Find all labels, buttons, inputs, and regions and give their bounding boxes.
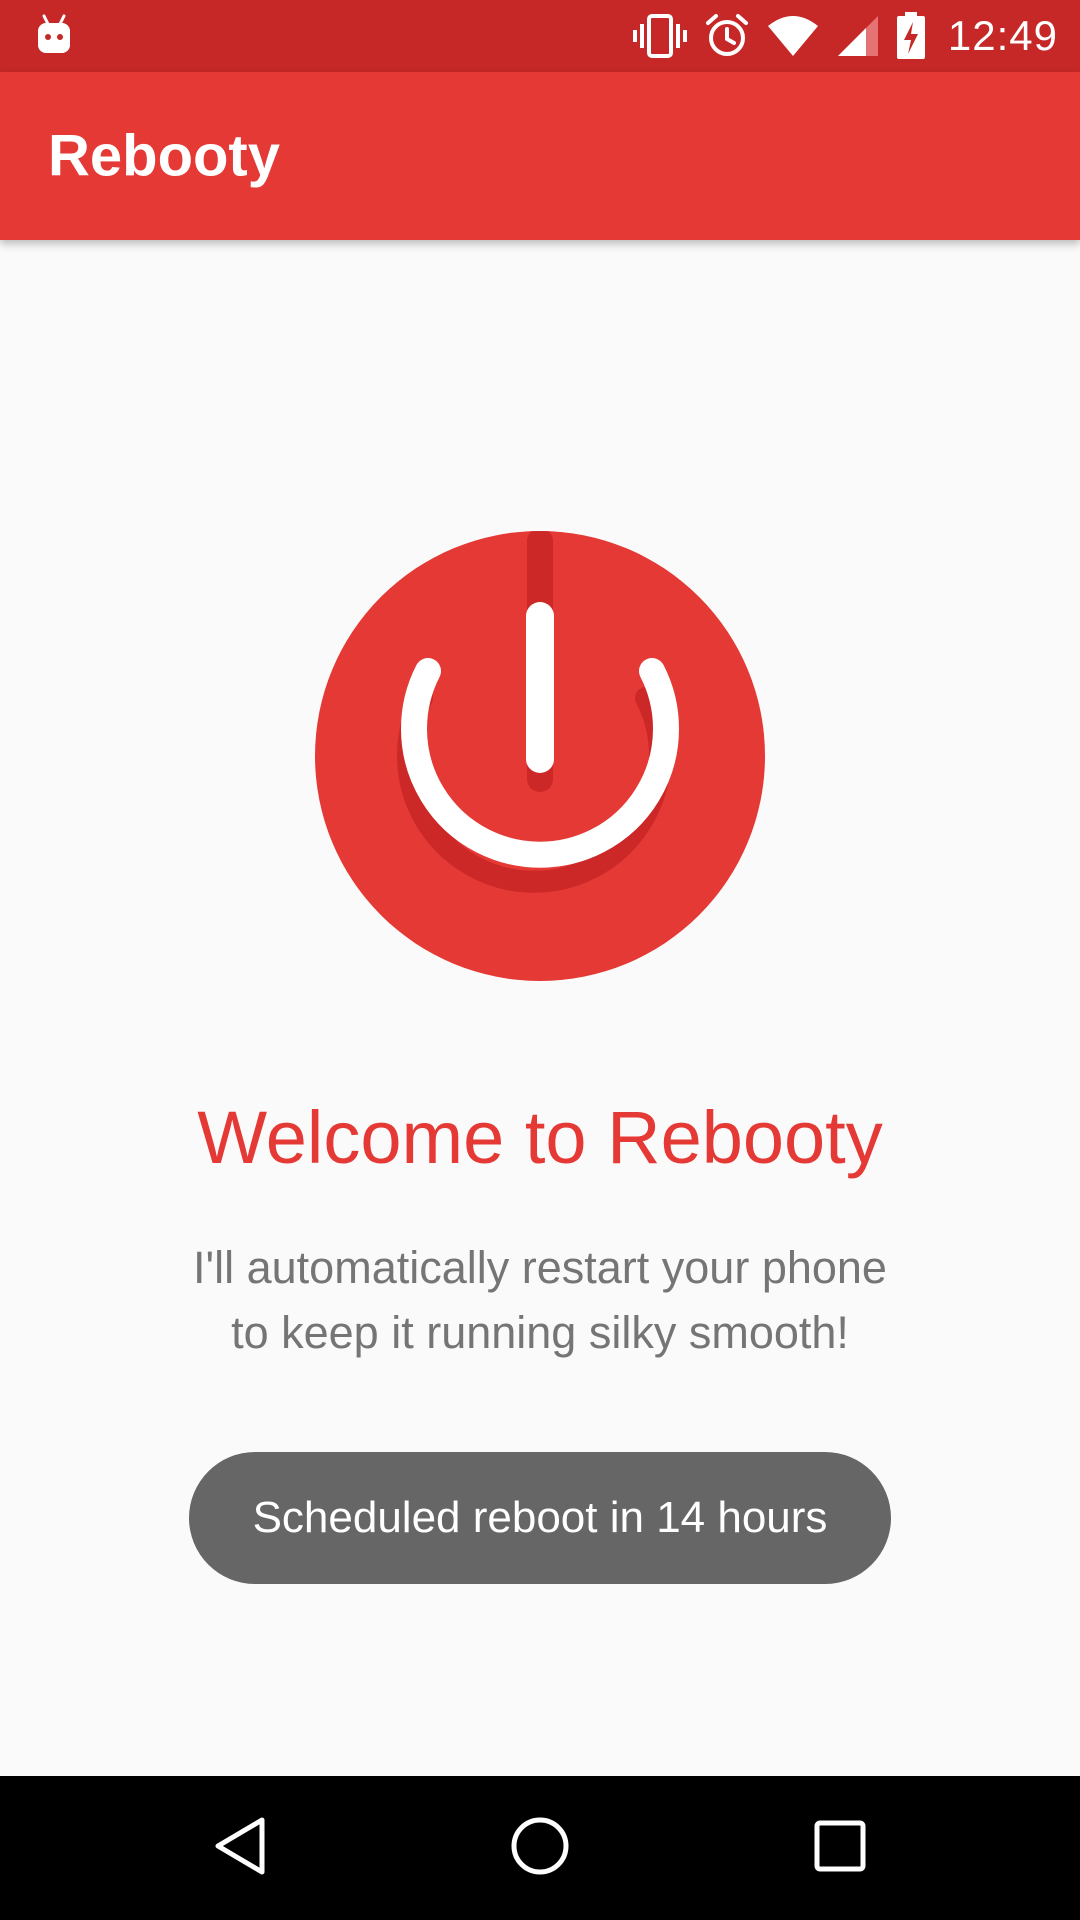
home-button[interactable] [460, 1776, 620, 1920]
status-time: 12:49 [947, 12, 1058, 59]
back-button[interactable] [160, 1776, 320, 1920]
scheduled-reboot-toast: Scheduled reboot in 14 hours [189, 1452, 891, 1584]
vibrate-icon [632, 14, 688, 58]
wifi-icon [766, 14, 820, 58]
battery-charging-icon [896, 12, 926, 60]
recents-button[interactable] [760, 1776, 920, 1920]
home-icon [509, 1815, 571, 1882]
power-icon [315, 528, 765, 981]
alarm-icon [704, 13, 750, 59]
app-title: Rebooty [48, 123, 280, 189]
welcome-title: Welcome to Rebooty [197, 1096, 883, 1179]
welcome-line-1: I'll automatically restart your phone [193, 1242, 887, 1293]
app-bar: Rebooty [0, 72, 1080, 240]
app-screen: 12:49 Rebooty Welcome to Rebooty I'll au… [0, 0, 1080, 1920]
welcome-line-2: to keep it running silky smooth! [231, 1307, 849, 1358]
cell-signal-icon [836, 14, 880, 58]
status-icons: 12:49 [632, 0, 1058, 72]
back-icon [212, 1816, 268, 1881]
recents-icon [813, 1819, 867, 1878]
status-bar: 12:49 [0, 0, 1080, 72]
navigation-bar [0, 1776, 1080, 1920]
android-debug-icon [34, 12, 74, 58]
welcome-description: I'll automatically restart your phone to… [120, 1235, 960, 1365]
